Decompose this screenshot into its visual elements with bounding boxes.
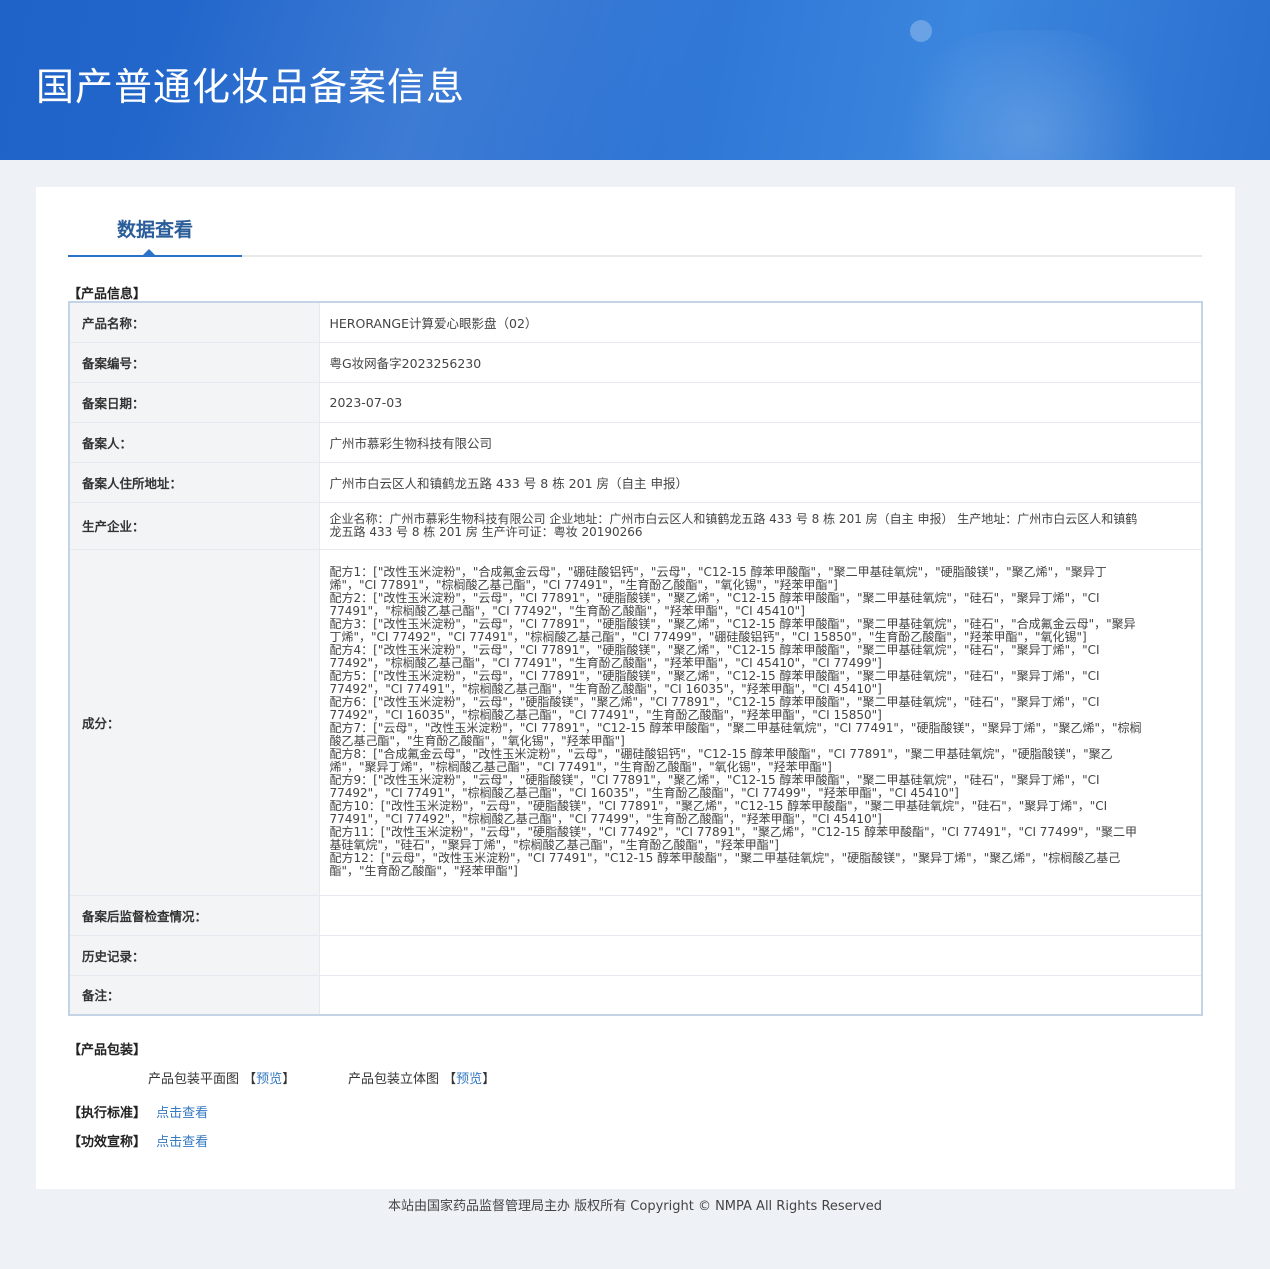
history-value: [319, 935, 1202, 976]
section-standard-heading: 【执行标准】: [68, 1106, 147, 1121]
footer-copyright: 本站由国家药品监督管理局主办 版权所有 Copyright © NMPA All…: [388, 1199, 882, 1214]
standard-row: 【执行标准】 点击查看: [68, 1102, 208, 1121]
formula-item: 配方3：["改性玉米淀粉"，"云母"，"CI 77891"，"硬脂酸镁"，"聚乙…: [329, 617, 1136, 644]
claims-view-link[interactable]: 点击查看: [156, 1135, 208, 1150]
header-banner: 国产普通化妆品备案信息: [0, 0, 1270, 160]
ingredients-value: 配方1：["改性玉米淀粉"，"合成氟金云母"，"硼硅酸铝钙"，"云母"，"C12…: [319, 549, 1202, 896]
row-label: 备案编号：: [69, 342, 320, 383]
product-name-value: HERORANGE计算爱心眼影盘（02）: [319, 302, 1202, 343]
registration-date-value: 2023-07-03: [319, 382, 1202, 423]
package-solid-preview-link[interactable]: 预览: [456, 1072, 482, 1087]
formula-item: 配方6：["改性玉米淀粉"，"云母"，"硬脂酸镁"，"聚乙烯"，"CI 7789…: [329, 695, 1100, 722]
row-label: 备案人：: [69, 422, 320, 463]
table-row: 备案人住所地址： 广州市白云区人和镇鹤龙五路 433 号 8 栋 201 房（自…: [69, 462, 1202, 503]
formula-item: 配方11：["改性玉米淀粉"，"云母"，"硬脂酸镁"，"CI 77492"，"C…: [329, 825, 1138, 852]
row-label: 备注：: [69, 975, 320, 1016]
table-row: 生产企业： 企业名称：广州市慕彩生物科技有限公司 企业地址：广州市白云区人和镇鹤…: [69, 502, 1202, 550]
row-label: 历史记录：: [69, 935, 320, 976]
formula-item: 配方9：["改性玉米淀粉"，"云母"，"硬脂酸镁"，"CI 77891"，"聚乙…: [329, 773, 1100, 800]
formula-item: 配方10：["改性玉米淀粉"，"云母"，"硬脂酸镁"，"CI 77891"，"聚…: [329, 799, 1108, 826]
formula-item: 配方5：["改性玉米淀粉"，"云母"，"CI 77891"，"硬脂酸镁"，"聚乙…: [329, 669, 1100, 696]
package-flat-preview-link[interactable]: 预览: [256, 1072, 282, 1087]
banner-decoration: [880, 30, 1180, 160]
main-card: 数据查看 【产品信息】 产品名称： HERORANGE计算爱心眼影盘（02） 备…: [36, 187, 1235, 1189]
formula-item: 配方4：["改性玉米淀粉"，"云母"，"CI 77891"，"硬脂酸镁"，"聚乙…: [329, 643, 1100, 670]
page-title: 国产普通化妆品备案信息: [36, 65, 466, 109]
table-row: 成分： 配方1：["改性玉米淀粉"，"合成氟金云母"，"硼硅酸铝钙"，"云母"，…: [69, 549, 1202, 896]
row-label: 备案日期：: [69, 382, 320, 423]
table-row: 备案人： 广州市慕彩生物科技有限公司: [69, 422, 1202, 463]
table-row: 备案后监督检查情况：: [69, 895, 1202, 936]
tab-data-view[interactable]: 数据查看: [68, 187, 242, 257]
section-claims-heading: 【功效宣称】: [68, 1135, 147, 1150]
row-label: 备案人住所地址：: [69, 462, 320, 503]
package-flat-row: 产品包装平面图 【预览】: [148, 1072, 296, 1087]
manufacturer-value: 企业名称：广州市慕彩生物科技有限公司 企业地址：广州市白云区人和镇鹤龙五路 43…: [319, 502, 1202, 550]
table-row: 历史记录：: [69, 935, 1202, 976]
tab-active-indicator: [143, 249, 155, 255]
banner-decoration: [910, 20, 932, 42]
section-product-info-heading: 【产品信息】: [68, 287, 147, 302]
table-row: 产品名称： HERORANGE计算爱心眼影盘（02）: [69, 302, 1202, 343]
tab-label: 数据查看: [116, 219, 193, 241]
formula-item: 配方8：["合成氟金云母"，"改性玉米淀粉"，"云母"，"硼硅酸铝钙"，"C12…: [329, 747, 1113, 774]
table-row: 备案编号： 粤G妆网备字2023256230: [69, 342, 1202, 383]
claims-row: 【功效宣称】 点击查看: [68, 1131, 208, 1150]
package-solid-label: 产品包装立体图: [348, 1072, 440, 1087]
row-label: 成分：: [69, 549, 320, 896]
formula-item: 配方7：["云母"，"改性玉米淀粉"，"CI 77891"，"C12-15 醇苯…: [329, 721, 1142, 748]
formula-item: 配方12：["云母"，"改性玉米淀粉"，"CI 77491"，"C12-15 醇…: [329, 851, 1121, 878]
product-info-table: 产品名称： HERORANGE计算爱心眼影盘（02） 备案编号： 粤G妆网备字2…: [68, 301, 1203, 1016]
table-row: 备注：: [69, 975, 1202, 1016]
row-label: 备案后监督检查情况：: [69, 895, 320, 936]
standard-view-link[interactable]: 点击查看: [156, 1106, 208, 1121]
row-label: 产品名称：: [69, 302, 320, 343]
filer-address-value: 广州市白云区人和镇鹤龙五路 433 号 8 栋 201 房（自主 申报）: [319, 462, 1202, 503]
table-row: 备案日期： 2023-07-03: [69, 382, 1202, 423]
tab-bar: 数据查看: [68, 187, 1202, 257]
package-solid-row: 产品包装立体图 【预览】: [348, 1072, 496, 1087]
formula-item: 配方1：["改性玉米淀粉"，"合成氟金云母"，"硼硅酸铝钙"，"云母"，"C12…: [329, 565, 1107, 592]
section-package-heading: 【产品包装】: [68, 1043, 147, 1058]
filer-value: 广州市慕彩生物科技有限公司: [319, 422, 1202, 463]
row-label: 生产企业：: [69, 502, 320, 550]
formula-item: 配方2：["改性玉米淀粉"，"云母"，"CI 77891"，"硬脂酸镁"，"聚乙…: [329, 591, 1100, 618]
registration-number-value: 粤G妆网备字2023256230: [319, 342, 1202, 383]
package-flat-label: 产品包装平面图: [148, 1072, 240, 1087]
remark-value: [319, 975, 1202, 1016]
inspection-value: [319, 895, 1202, 936]
